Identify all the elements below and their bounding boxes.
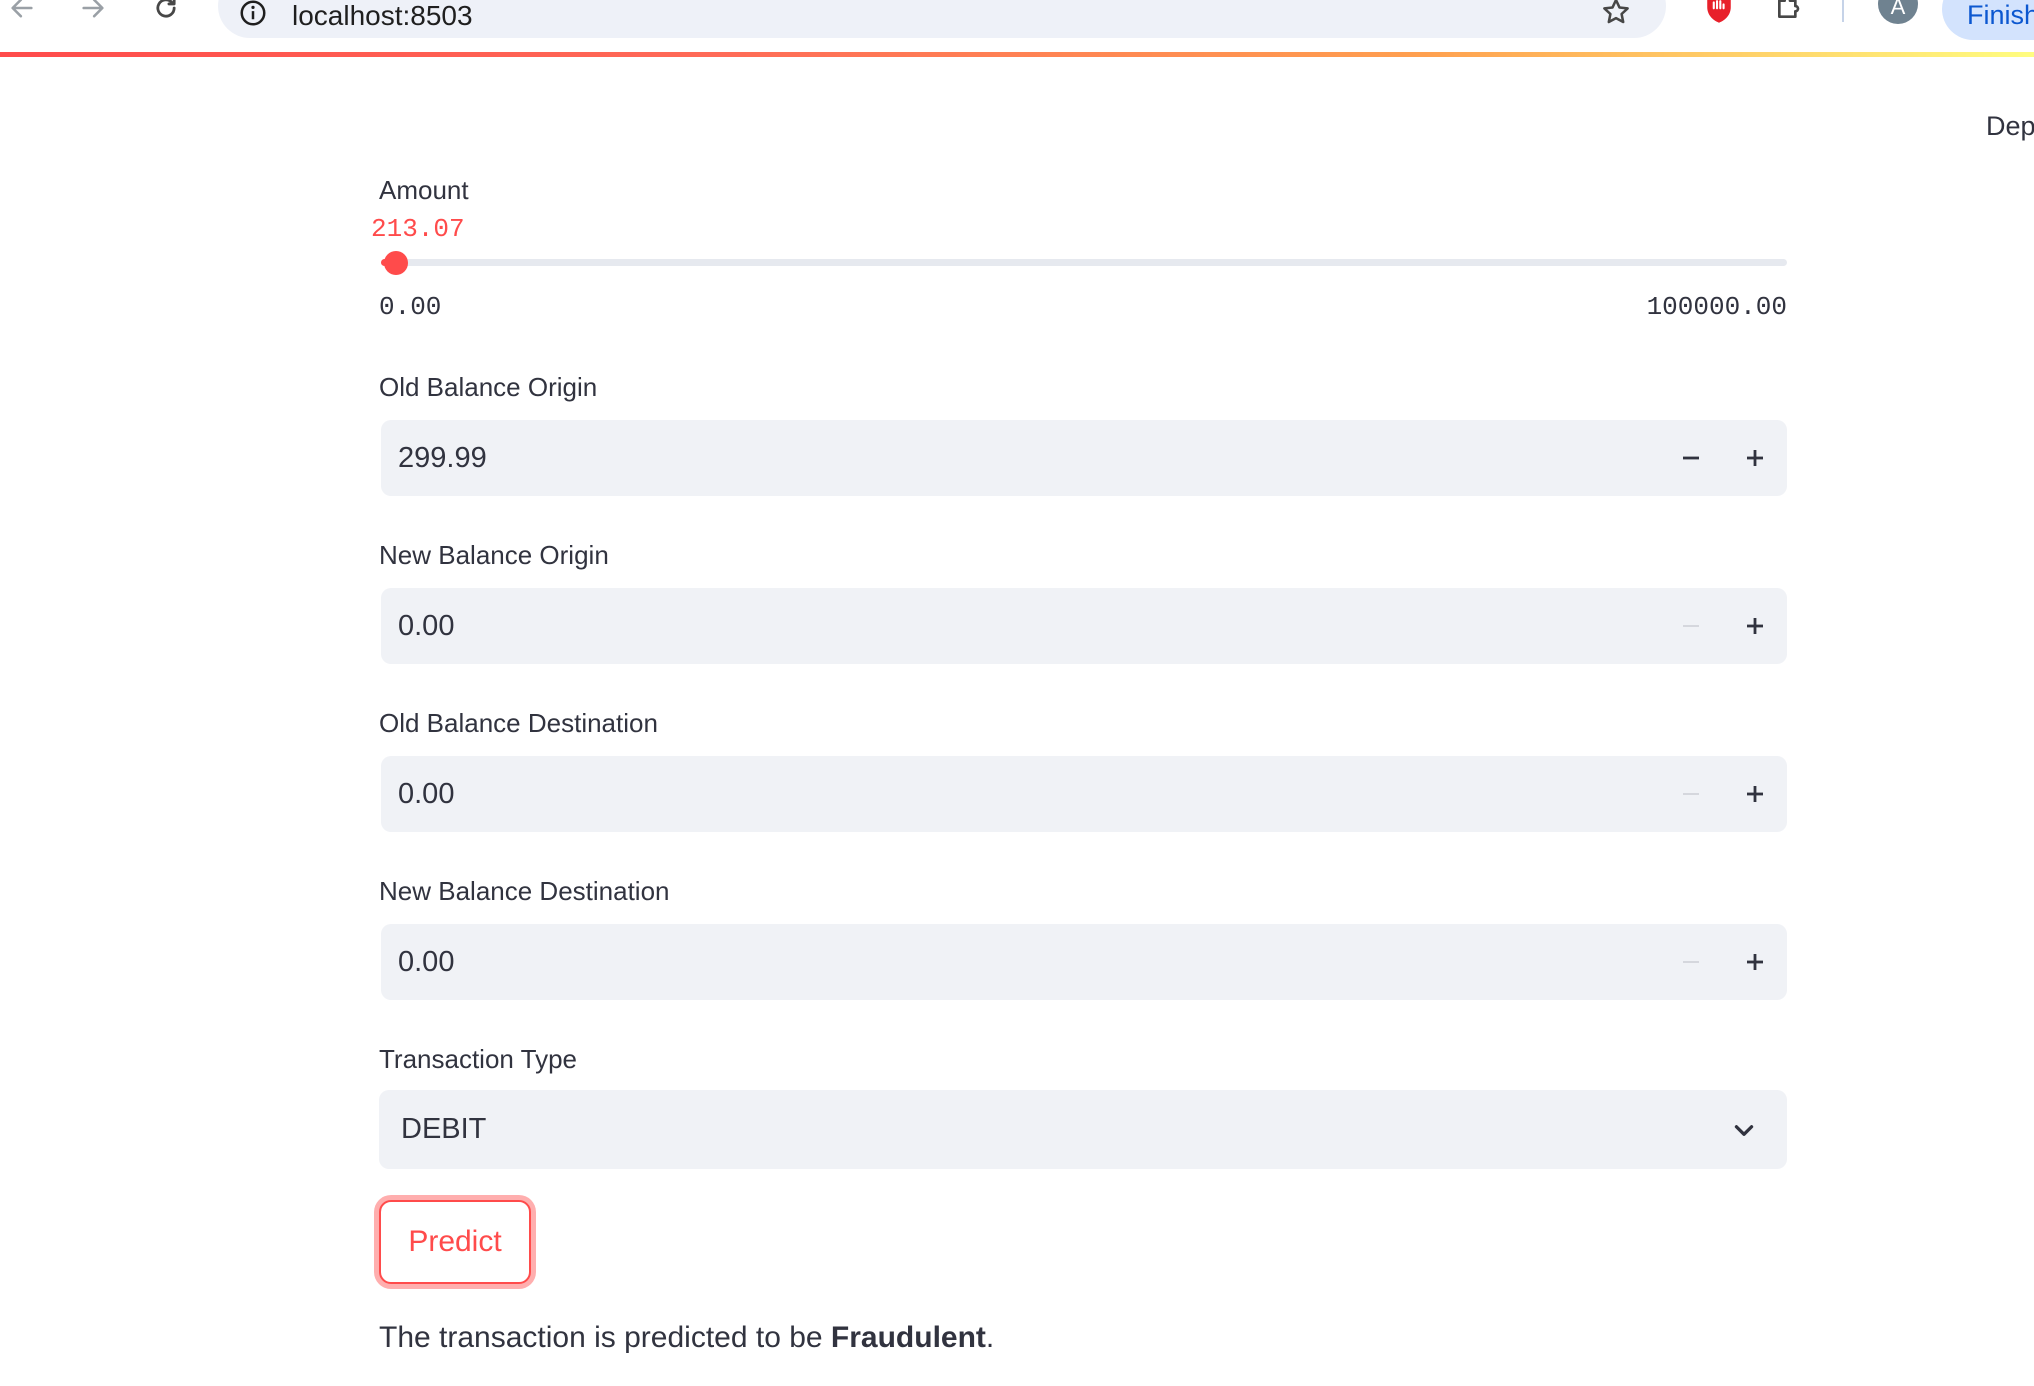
- chevron-down-icon: [1734, 1125, 1754, 1136]
- amount-slider-max: 100000.00: [1646, 292, 1787, 322]
- predict-button[interactable]: Predict: [379, 1200, 531, 1284]
- prediction-verdict: Fraudulent: [830, 1321, 986, 1354]
- minus-icon: [1683, 456, 1699, 460]
- site-info-icon: [240, 0, 266, 26]
- address-bar[interactable]: localhost:8503: [218, 0, 1666, 38]
- profile-avatar[interactable]: A: [1878, 0, 1918, 24]
- plus-icon: [1747, 954, 1763, 970]
- old-balance-destination-input[interactable]: 0.00: [381, 756, 1787, 832]
- amount-slider-min: 0.00: [379, 292, 442, 322]
- new-balance-destination-input[interactable]: 0.00: [381, 924, 1787, 1000]
- prediction-result-suffix: .: [985, 1321, 995, 1354]
- old-balance-origin-value[interactable]: 299.99: [398, 420, 487, 496]
- old-balance-destination-label: Old Balance Destination: [379, 708, 658, 738]
- prediction-result-prefix: The transaction is predicted to be: [379, 1321, 831, 1354]
- transaction-type-selected: DEBIT: [401, 1113, 487, 1145]
- new-balance-destination-decrement: [1659, 924, 1723, 1000]
- deploy-button[interactable]: Dep: [1986, 111, 2034, 142]
- back-button[interactable]: [2, 0, 42, 28]
- bookmark-star-icon: [1603, 0, 1629, 24]
- old-balance-origin-decrement[interactable]: [1659, 420, 1723, 496]
- new-balance-origin-increment[interactable]: [1723, 588, 1787, 664]
- url-text[interactable]: localhost:8503: [292, 0, 473, 32]
- toolbar-separator: [1842, 0, 1844, 22]
- app-decoration-bar: [0, 52, 2034, 57]
- forward-arrow-icon: [82, 0, 104, 18]
- amount-slider-thumb[interactable]: [383, 251, 408, 275]
- new-balance-origin-value[interactable]: 0.00: [398, 588, 454, 664]
- back-arrow-icon: [11, 0, 33, 18]
- old-balance-origin-increment[interactable]: [1723, 420, 1787, 496]
- amount-label: Amount: [379, 175, 469, 205]
- amount-slider-value: 213.07: [371, 214, 465, 244]
- old-balance-origin-input[interactable]: 299.99: [381, 420, 1787, 496]
- reload-icon: [156, 0, 176, 18]
- minus-icon: [1683, 793, 1699, 795]
- new-balance-origin-label: New Balance Origin: [379, 540, 609, 570]
- bookmark-button[interactable]: [1600, 0, 1632, 33]
- finish-button[interactable]: Finish: [1942, 0, 2034, 40]
- new-balance-destination-value[interactable]: 0.00: [398, 924, 454, 1000]
- plus-icon: [1747, 618, 1763, 634]
- transaction-type-select[interactable]: DEBIT: [379, 1090, 1787, 1169]
- transaction-type-label: Transaction Type: [379, 1044, 577, 1074]
- new-balance-destination-label: New Balance Destination: [379, 876, 670, 906]
- plus-icon: [1747, 786, 1763, 802]
- minus-icon: [1683, 625, 1699, 627]
- adblock-extension-icon: [1707, 0, 1731, 23]
- old-balance-destination-decrement: [1659, 756, 1723, 832]
- amount-slider-track[interactable]: [381, 259, 1787, 266]
- forward-button[interactable]: [73, 0, 113, 28]
- prediction-result: The transaction is predicted to be Fraud…: [379, 1321, 994, 1355]
- new-balance-destination-increment[interactable]: [1723, 924, 1787, 1000]
- adblock-extension-button[interactable]: [1703, 0, 1735, 29]
- site-info-button[interactable]: [238, 0, 268, 28]
- plus-icon: [1747, 450, 1763, 466]
- new-balance-origin-input[interactable]: 0.00: [381, 588, 1787, 664]
- old-balance-origin-label: Old Balance Origin: [379, 372, 598, 402]
- reload-button[interactable]: [146, 0, 186, 28]
- new-balance-origin-decrement: [1659, 588, 1723, 664]
- old-balance-destination-value[interactable]: 0.00: [398, 756, 454, 832]
- extensions-puzzle-icon: [1778, 0, 1800, 18]
- browser-toolbar: localhost:8503 A Finish: [0, 0, 2034, 55]
- old-balance-destination-increment[interactable]: [1723, 756, 1787, 832]
- minus-icon: [1683, 961, 1699, 963]
- extensions-button[interactable]: [1774, 0, 1806, 27]
